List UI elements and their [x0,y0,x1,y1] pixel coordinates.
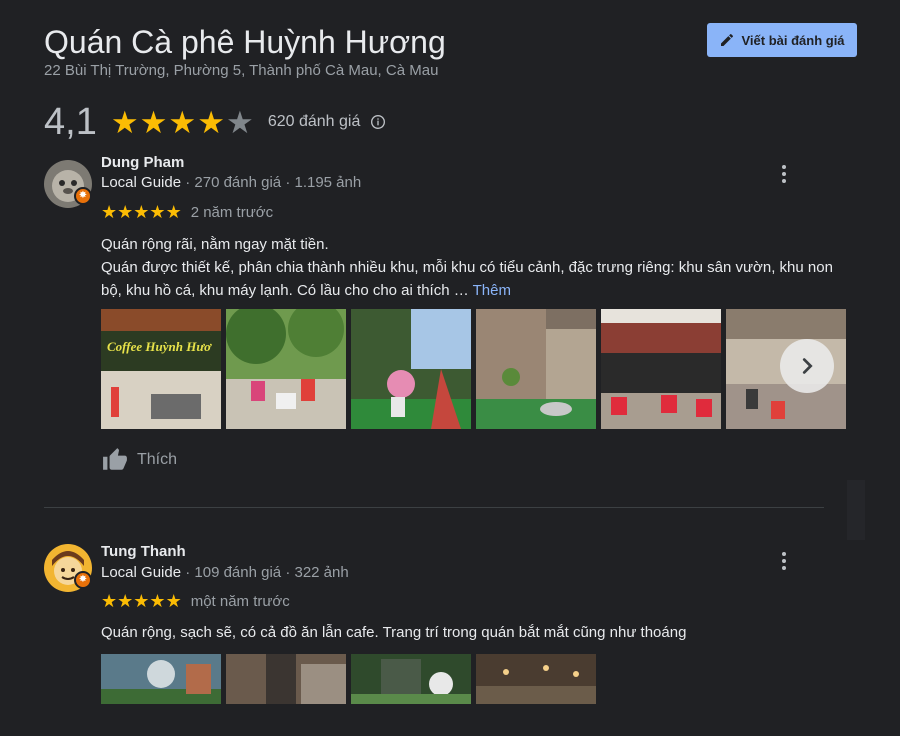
review-text: Quán rộng, sạch sẽ, có cả đồ ăn lẫn cafe… [101,624,687,641]
next-photo-button[interactable] [780,339,834,393]
star-icon: ★ [117,591,134,611]
star-icon: ★ [168,104,197,140]
review-time: 2 năm trước [190,203,274,221]
review-photo[interactable] [226,654,346,704]
chevron-right-icon [802,358,813,374]
review-photo[interactable] [476,654,596,704]
review-card: ✸ Tung Thanh Local Guide · 109 đánh giá … [44,543,824,724]
more-options-icon[interactable] [776,162,792,186]
place-header: Quán Cà phê Huỳnh Hương 22 Bùi Thị Trườn… [44,23,864,144]
average-stars: ★ ★ ★ ★ ★ [111,107,254,138]
review-photo[interactable]: Coffee Huỳnh Hươ [101,309,221,429]
review-stars: ★ ★ ★ ★ ★ [101,203,182,221]
reviewer-name[interactable]: Dung Pham [101,154,184,171]
review-photos: Coffee Huỳnh Hươ [101,309,846,429]
more-options-icon[interactable] [776,549,792,573]
star-icon: ★ [101,591,118,611]
review-photo[interactable] [476,309,596,429]
review-text-line: Quán rộng rãi, nằm ngay mặt tiền. [101,236,329,253]
write-review-button[interactable]: Viết bài đánh giá [707,23,857,57]
review-photos [101,654,596,704]
review-rating: ★ ★ ★ ★ ★ một năm trước [101,592,290,610]
star-icon: ★ [149,202,166,222]
pencil-icon [721,33,734,46]
star-icon: ★ [165,202,182,222]
review-photo[interactable] [351,309,471,429]
star-icon: ★ [117,202,134,222]
like-label: Thích [137,451,178,468]
star-icon: ★ [197,104,226,140]
place-title: Quán Cà phê Huỳnh Hương [44,24,446,60]
review-photo[interactable] [601,309,721,429]
local-guide-badge-icon: ✸ [74,187,92,205]
scrollbar[interactable] [847,480,865,540]
review-photo[interactable] [226,309,346,429]
star-icon: ★ [139,104,168,140]
review-photo[interactable] [101,654,221,704]
average-rating: 4,1 [44,100,97,143]
review-time: một năm trước [190,592,290,610]
local-guide-label: Local Guide [101,564,182,581]
review-text-line: Quán được thiết kế, phân chia thành nhiề… [101,256,836,302]
write-review-label: Viết bài đánh giá [741,32,845,48]
info-icon[interactable] [370,114,386,130]
reviewer-stats: · 109 đánh giá · 322 ảnh [185,564,349,581]
local-guide-label: Local Guide [101,174,182,191]
photo-sign-text: Coffee Huỳnh Hươ [107,339,212,354]
review-text: Quán rộng rãi, nằm ngay mặt tiền. Quán đ… [101,233,836,302]
review-rating: ★ ★ ★ ★ ★ 2 năm trước [101,203,273,221]
star-icon: ★ [101,202,118,222]
rating-summary: 4,1 ★ ★ ★ ★ ★ 620 đánh giá [44,100,386,144]
reviewer-meta: Local Guide · 270 đánh giá · 1.195 ảnh [101,174,361,191]
review-count[interactable]: 620 đánh giá [268,113,361,131]
review-photo[interactable] [351,654,471,704]
more-link[interactable]: Thêm [473,282,511,299]
place-address: 22 Bùi Thị Trường, Phường 5, Thành phố C… [44,62,439,79]
review-stars: ★ ★ ★ ★ ★ [101,592,182,610]
star-icon: ★ [165,591,182,611]
star-icon: ★ [149,591,166,611]
review-card: ✸ Dung Pham Local Guide · 270 đánh giá ·… [44,154,846,480]
like-button[interactable]: Thích [101,447,177,473]
star-icon: ★ [133,202,150,222]
star-empty-icon: ★ [226,104,254,140]
local-guide-badge-icon: ✸ [74,571,92,589]
reviewer-meta: Local Guide · 109 đánh giá · 322 ảnh [101,564,349,581]
review-text-body: Quán được thiết kế, phân chia thành nhiề… [101,259,833,299]
star-icon: ★ [133,591,150,611]
reviewer-name[interactable]: Tung Thanh [101,543,186,560]
reviewer-stats: · 270 đánh giá · 1.195 ảnh [185,174,362,191]
star-icon: ★ [110,104,139,140]
divider [44,507,824,508]
thumbs-up-icon [103,448,127,470]
